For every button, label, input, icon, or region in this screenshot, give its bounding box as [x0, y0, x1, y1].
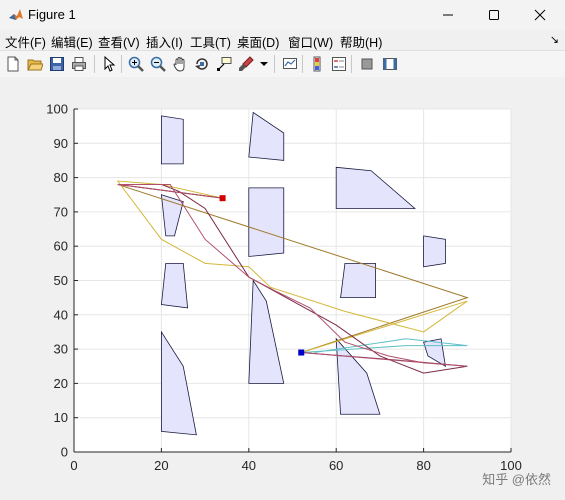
- toolbar-separator: [302, 55, 303, 73]
- menu-edit[interactable]: 编辑(E): [51, 32, 93, 51]
- start-marker: [298, 349, 305, 356]
- menu-bar: 文件(F) 编辑(E) 查看(V) 插入(I) 工具(T) 桌面(D) 窗口(W…: [0, 30, 565, 50]
- y-tick-label: 50: [54, 273, 68, 288]
- goal-marker: [219, 195, 226, 202]
- x-tick-label: 60: [329, 458, 343, 473]
- new-figure-icon[interactable]: [3, 54, 23, 74]
- insert-legend-icon[interactable]: [329, 54, 349, 74]
- show-plot-tools-icon[interactable]: [380, 54, 400, 74]
- figure-toolbar: [0, 50, 565, 78]
- y-tick-label: 0: [61, 445, 68, 460]
- menu-view[interactable]: 查看(V): [98, 32, 140, 51]
- brush-dropdown-icon[interactable]: [258, 54, 270, 74]
- y-tick-label: 10: [54, 410, 68, 425]
- menu-insert[interactable]: 插入(I): [146, 32, 183, 51]
- x-tick-label: 0: [70, 458, 77, 473]
- watermark-text: 知乎 @依然: [482, 472, 551, 487]
- x-tick-label: 20: [154, 458, 168, 473]
- open-file-icon[interactable]: [25, 54, 45, 74]
- figure-canvas: 0 20 40 60 80 100 0 10 20 30 40 50 60 70 80 90 100 知乎 @依…: [0, 77, 565, 500]
- close-icon: [534, 9, 546, 21]
- close-button[interactable]: [517, 0, 563, 30]
- y-tick-label: 40: [54, 307, 68, 322]
- x-tick-label: 40: [242, 458, 256, 473]
- zoom-out-icon[interactable]: [148, 54, 168, 74]
- toolbar-separator: [94, 55, 95, 73]
- select-arrow-icon[interactable]: [99, 54, 119, 74]
- plot-axes[interactable]: 0 20 40 60 80 1000102030405060708090100: [0, 77, 565, 500]
- y-tick-label: 30: [54, 342, 68, 357]
- menu-desktop[interactable]: 桌面(D): [237, 32, 279, 51]
- brush-icon[interactable]: [236, 54, 256, 74]
- menu-help[interactable]: 帮助(H): [340, 32, 382, 51]
- menu-file[interactable]: 文件(F): [5, 32, 46, 51]
- y-tick-label: 80: [54, 170, 68, 185]
- insert-colorbar-icon[interactable]: [307, 54, 327, 74]
- y-tick-label: 70: [54, 204, 68, 219]
- y-tick-label: 60: [54, 239, 68, 254]
- maximize-button[interactable]: [471, 0, 517, 30]
- print-icon[interactable]: [69, 54, 89, 74]
- x-tick-label: 80: [416, 458, 430, 473]
- rotate-3d-icon[interactable]: [192, 54, 212, 74]
- data-cursor-icon[interactable]: [214, 54, 234, 74]
- toolbar-separator: [351, 55, 352, 73]
- y-tick-label: 90: [54, 136, 68, 151]
- pan-hand-icon[interactable]: [170, 54, 190, 74]
- toolbar-separator: [121, 55, 122, 73]
- obstacle-polygon: [423, 235, 446, 268]
- y-tick-label: 20: [54, 376, 68, 391]
- menu-tools[interactable]: 工具(T): [190, 32, 231, 51]
- window-title: Figure 1: [28, 7, 76, 22]
- link-plot-icon[interactable]: [280, 54, 300, 74]
- toolbar-separator: [274, 55, 275, 73]
- obstacle-polygon: [160, 115, 184, 165]
- zoom-in-icon[interactable]: [126, 54, 146, 74]
- maximize-icon: [489, 10, 499, 20]
- obstacle-polygon: [340, 262, 376, 299]
- y-tick-label: 100: [46, 102, 68, 117]
- title-bar: Figure 1: [0, 0, 565, 30]
- save-icon[interactable]: [47, 54, 67, 74]
- menu-window[interactable]: 窗口(W): [288, 32, 333, 51]
- minimize-icon: [443, 14, 453, 16]
- hide-plot-tools-icon[interactable]: [357, 54, 377, 74]
- dock-figure-icon[interactable]: ↘: [550, 33, 559, 46]
- obstacle-polygon: [248, 187, 285, 257]
- matlab-logo-icon: [9, 9, 23, 20]
- obstacle-polygon: [160, 262, 189, 309]
- minimize-button[interactable]: [425, 0, 471, 30]
